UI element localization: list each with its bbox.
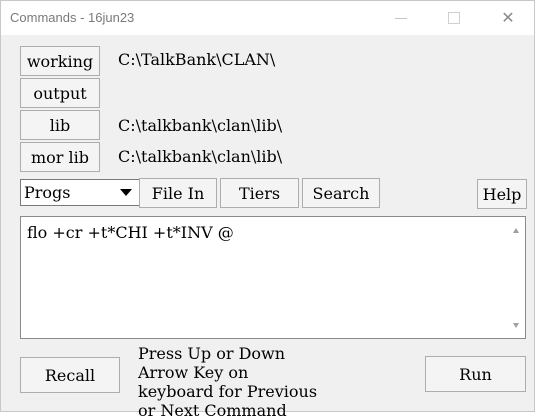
file-in-button[interactable]: File In	[139, 178, 217, 208]
history-hint-text: Press Up or Down Arrow Key on keyboard f…	[138, 344, 318, 420]
vertical-scrollbar[interactable]	[508, 217, 525, 338]
scroll-up-icon[interactable]	[513, 228, 519, 233]
search-button[interactable]: Search	[302, 178, 380, 208]
progs-dropdown[interactable]: Progs	[20, 179, 140, 206]
tiers-button[interactable]: Tiers	[220, 178, 299, 208]
close-glyph: ✕	[501, 10, 515, 27]
commands-window: Commands - 16jun23 ✕ working C:\TalkBank…	[0, 0, 535, 420]
working-dir-path: C:\TalkBank\CLAN\	[118, 50, 276, 69]
minimize-icon[interactable]	[378, 1, 424, 35]
maximize-icon[interactable]	[431, 1, 477, 35]
scroll-down-icon[interactable]	[513, 323, 519, 328]
command-input[interactable]: flo +cr +t*CHI +t*INV @	[20, 216, 526, 339]
title-bar[interactable]: Commands - 16jun23 ✕	[1, 1, 534, 35]
mor-lib-dir-button[interactable]: mor lib	[20, 142, 100, 172]
close-icon[interactable]: ✕	[485, 1, 531, 35]
help-button[interactable]: Help	[477, 179, 527, 209]
lib-dir-button[interactable]: lib	[20, 110, 100, 140]
window-title: Commands - 16jun23	[10, 10, 135, 25]
working-dir-button[interactable]: working	[20, 46, 100, 76]
recall-button[interactable]: Recall	[20, 357, 120, 393]
output-dir-button[interactable]: output	[20, 78, 100, 108]
lib-dir-path: C:\talkbank\clan\lib\	[118, 116, 283, 135]
run-button[interactable]: Run	[425, 356, 526, 392]
mor-lib-dir-path: C:\talkbank\clan\lib\	[118, 147, 283, 166]
command-text[interactable]: flo +cr +t*CHI +t*INV @	[27, 223, 234, 242]
chevron-down-icon	[120, 189, 132, 196]
progs-selected-value: Progs	[24, 183, 71, 202]
